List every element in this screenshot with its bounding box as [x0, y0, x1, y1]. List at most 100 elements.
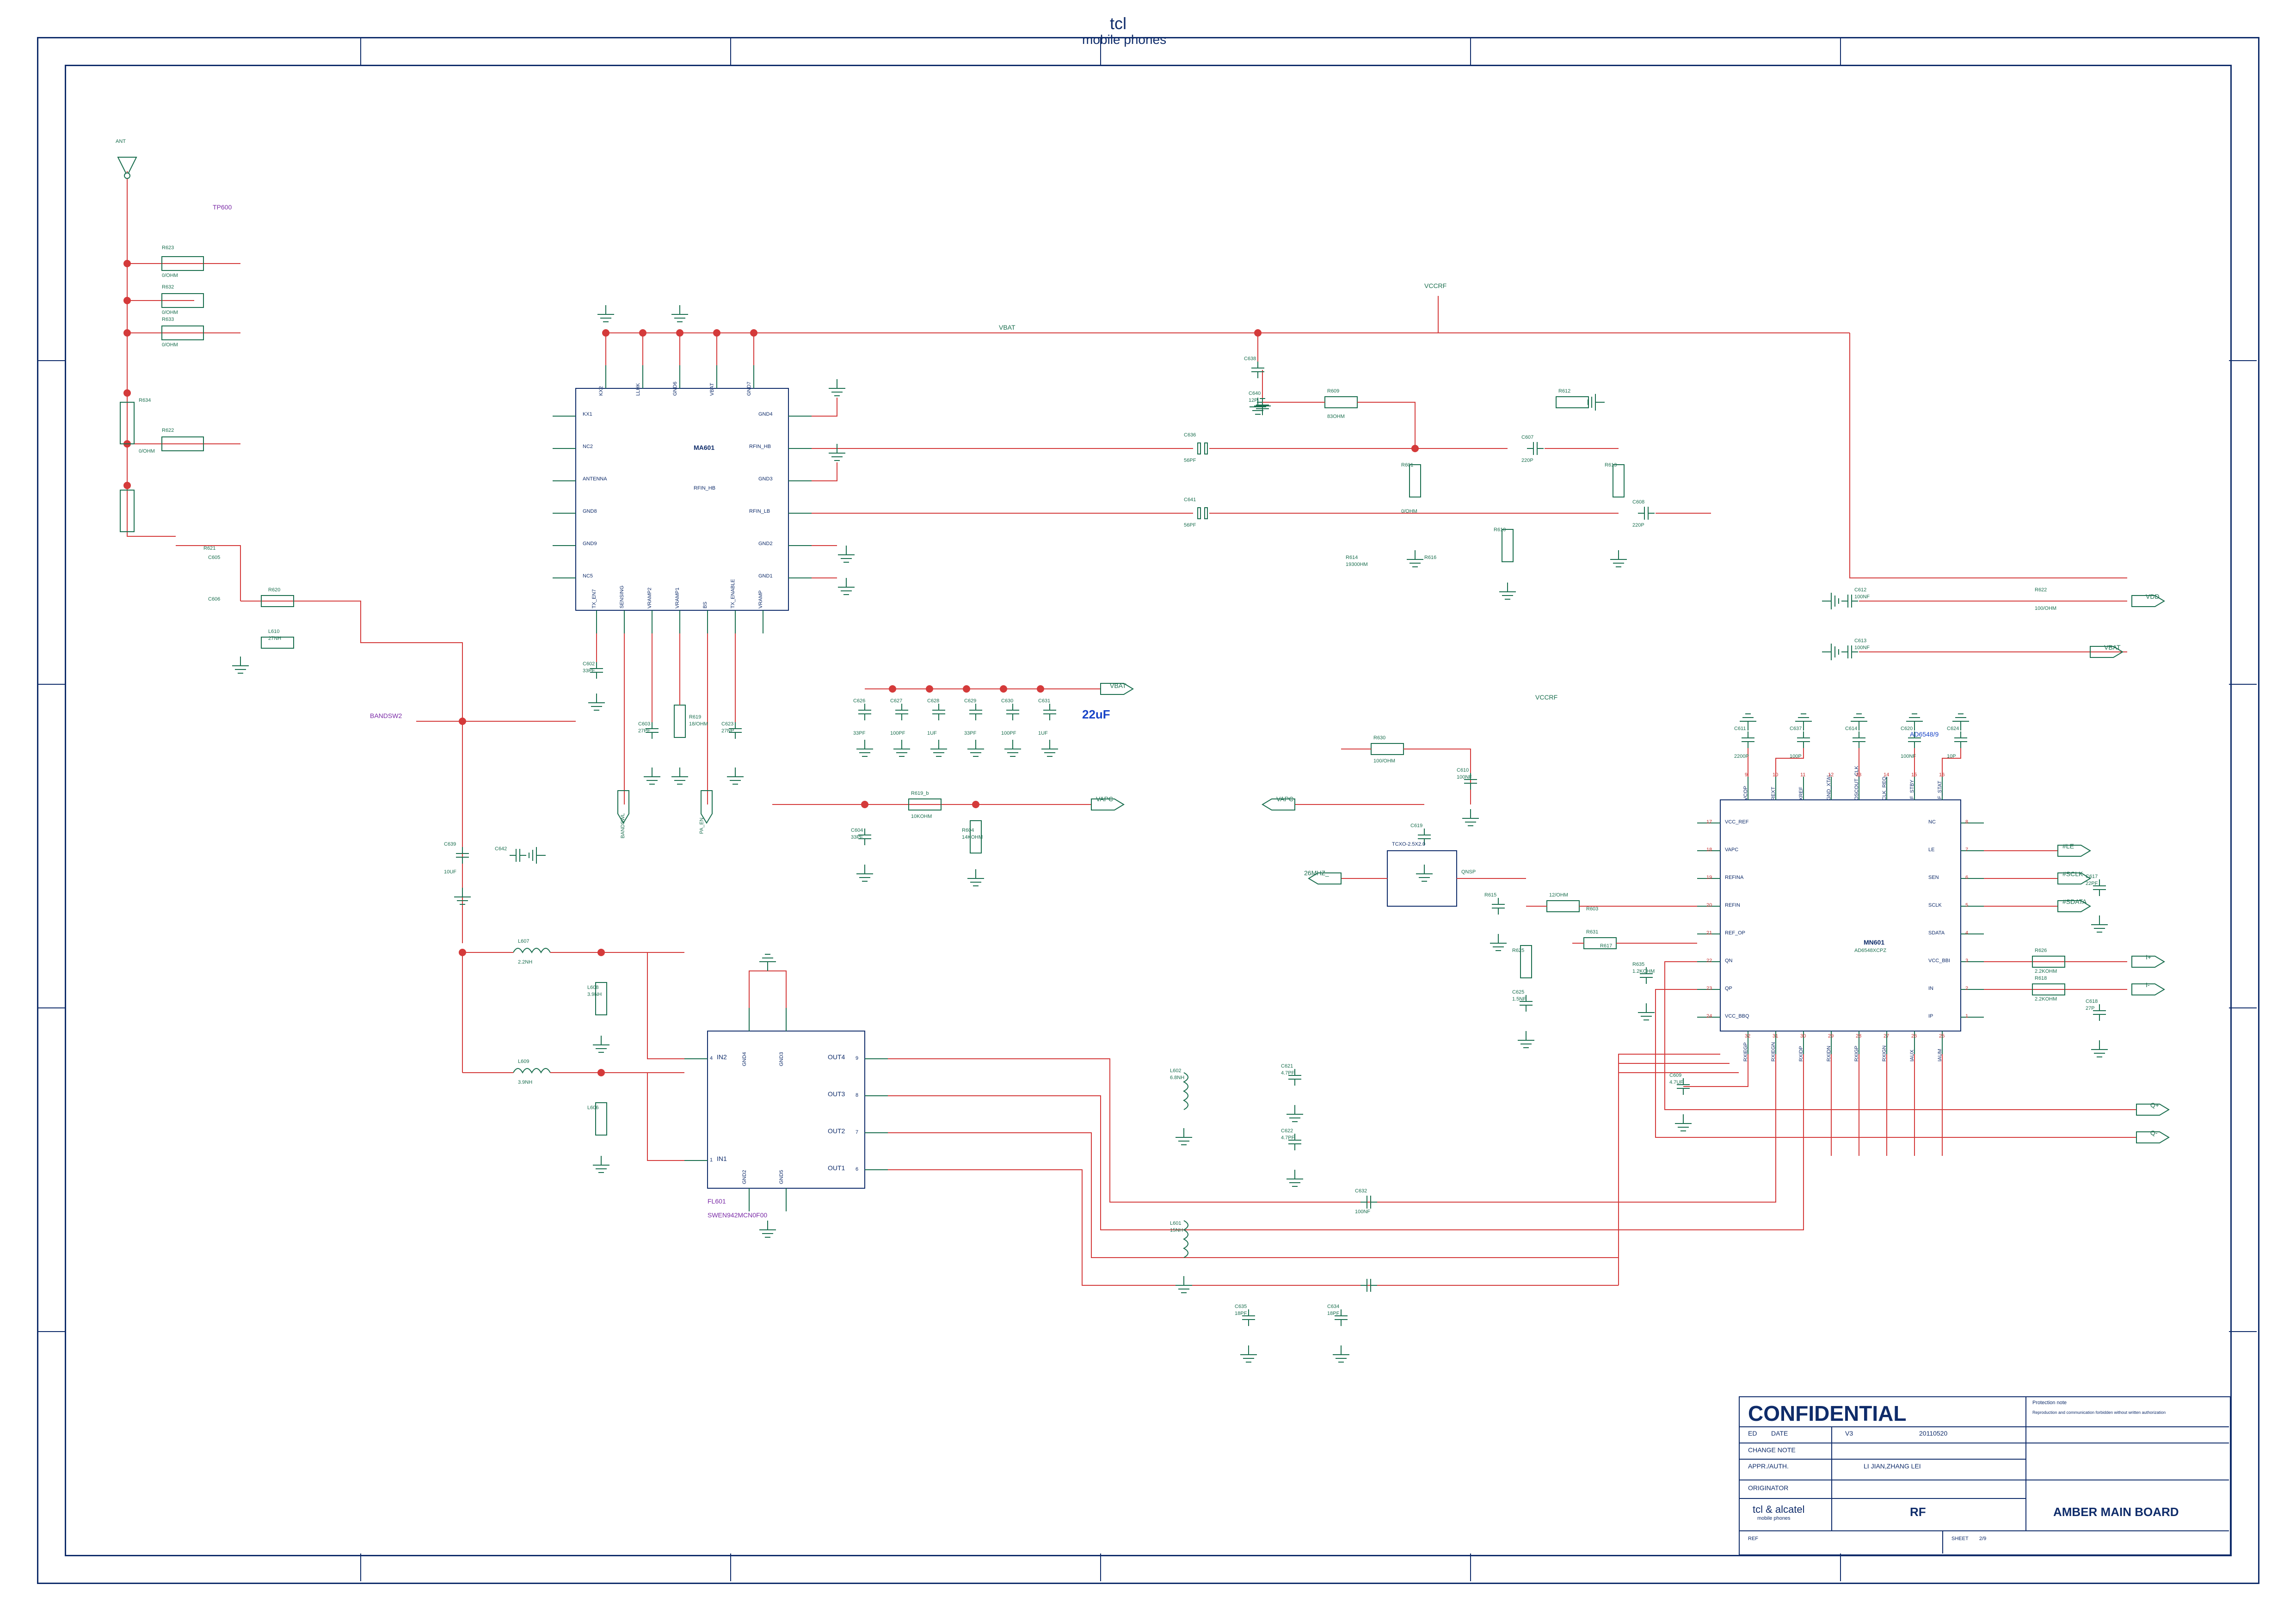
- synth-pin: REF_OP: [1725, 930, 1745, 936]
- synth-pin: GND_XTAL: [1826, 774, 1832, 800]
- pa-t3: GND6: [672, 381, 678, 396]
- c628v: 1UF: [927, 731, 937, 736]
- date-v: 20110520: [1919, 1430, 1947, 1437]
- bandsw2: BANDSW2: [370, 712, 402, 719]
- synth-family: AD6548/9: [1910, 731, 1939, 738]
- c612r: C612: [1854, 587, 1866, 593]
- synth-pin: 31: [1773, 1033, 1778, 1039]
- r613r: R613: [1605, 462, 1617, 468]
- synth-part: AD6548XCPZ: [1854, 948, 1886, 953]
- fl-in1: IN1: [717, 1155, 727, 1162]
- wires-svg: [0, 0, 2296, 1621]
- sclk: #SCLK: [2062, 870, 2083, 878]
- r632-ref: R632: [162, 284, 174, 290]
- vccrf: VCCRF: [1424, 282, 1447, 289]
- synth-pin: RXIDN: [1826, 1046, 1832, 1062]
- tb-line6: [1739, 1530, 2229, 1531]
- r622r: R622: [2035, 587, 2047, 593]
- c624r: C624: [1947, 726, 1959, 731]
- c634v: 18PF: [1327, 1311, 1339, 1316]
- c627r: C627: [890, 698, 902, 704]
- bandswl: BANDSWL: [620, 813, 626, 838]
- r622a-ref: R622: [162, 428, 174, 433]
- synth-pin: 1: [1965, 1013, 1968, 1019]
- synth-pin: 3: [1965, 958, 1968, 964]
- c636r: C636: [1184, 432, 1196, 438]
- c607r: C607: [1521, 435, 1533, 440]
- pa-r4: RFIN_LB: [749, 509, 770, 514]
- fl-in2n: 4: [710, 1056, 713, 1061]
- schematic-page: tcl mobile phones: [0, 0, 2296, 1621]
- c640r: C640: [1249, 391, 1261, 396]
- c632r: C632: [1355, 1188, 1367, 1194]
- synth-pin: 13: [1856, 772, 1861, 778]
- c640v: 12P: [1249, 398, 1258, 403]
- pa-l2: NC2: [583, 444, 593, 449]
- pa-b2: SENSING: [619, 585, 625, 608]
- pa-r5: GND2: [758, 541, 773, 546]
- r612r: R612: [1558, 388, 1570, 394]
- c604v: 33PF: [851, 835, 863, 840]
- pa-r3: GND3: [758, 476, 773, 482]
- l606r: L606: [587, 1105, 598, 1111]
- board-title: AMBER MAIN BOARD: [2053, 1505, 2179, 1519]
- c612v: 100NF: [1854, 594, 1870, 600]
- fl-o4n: 9: [856, 1056, 858, 1061]
- c608v: 220P: [1632, 522, 1644, 528]
- sheet-lbl: SHEET: [1951, 1536, 1969, 1541]
- r619br: R619_b: [911, 791, 929, 796]
- synth-pin: 32: [1745, 1033, 1750, 1039]
- synth-pin: IP: [1928, 1013, 1933, 1019]
- synth-pin: VCC_BBI: [1928, 958, 1950, 964]
- c611r: C611: [1734, 726, 1746, 731]
- vbat3: VBAT: [2104, 644, 2121, 651]
- synth-pin: 5: [1965, 903, 1968, 908]
- r614r: R614: [1346, 555, 1358, 560]
- pa-b6: TX_ENABLE: [730, 579, 736, 608]
- synth-pin: QN: [1725, 958, 1733, 964]
- l608r: L608: [587, 985, 598, 990]
- synth-pin: 16: [1939, 772, 1945, 778]
- c602r: C602: [583, 661, 595, 667]
- c629r: C629: [964, 698, 976, 704]
- c639v: 10UF: [444, 869, 456, 875]
- c630v: 100PF: [1001, 731, 1016, 736]
- l601r: L601: [1170, 1221, 1181, 1226]
- synth-pin: 11: [1800, 772, 1805, 778]
- synth-pin: 23: [1706, 986, 1712, 991]
- pa-r1: GND4: [758, 411, 773, 417]
- im: I-: [2146, 981, 2150, 989]
- qp: Q+: [2150, 1101, 2159, 1109]
- logo-bot: mobile phones: [1757, 1516, 1791, 1521]
- fl-o4: OUT4: [828, 1053, 845, 1061]
- r630v: 100/OHM: [1373, 758, 1395, 764]
- synth-ref: MN601: [1864, 939, 1884, 946]
- c613r: C613: [1854, 638, 1866, 644]
- r626v: 2.2KOHM: [2035, 969, 2057, 974]
- r620-ref: R620: [268, 587, 280, 593]
- l602r: L602: [1170, 1068, 1181, 1074]
- r619r: R619: [689, 714, 701, 720]
- ref-lbl: REF: [1748, 1536, 1758, 1541]
- sheet-val: 2/9: [1979, 1536, 1986, 1541]
- ed-v: V3: [1845, 1430, 1853, 1437]
- c624v: 10P: [1947, 754, 1956, 759]
- reproduction: Reproduction and communication forbidden…: [2032, 1410, 2166, 1415]
- r625r: R625: [1512, 948, 1524, 953]
- r615v: 12/OHM: [1549, 892, 1568, 898]
- c618r: C618: [2086, 999, 2098, 1004]
- synth-pin: 4: [1965, 930, 1968, 936]
- c634r: C634: [1327, 1304, 1339, 1309]
- pa-l3: ANTENNA: [583, 476, 607, 482]
- ed: ED: [1748, 1430, 1757, 1437]
- r635v: 1.2KOHM: [1632, 969, 1655, 974]
- l608v: 3.9NH: [587, 992, 602, 997]
- tb-v3: [1942, 1530, 1943, 1553]
- c602v: 33PF: [583, 668, 595, 674]
- tp600: TP600: [213, 203, 232, 211]
- orig: ORIGINATOR: [1748, 1484, 1788, 1492]
- r633-val: 0/OHM: [162, 342, 178, 348]
- pa-t1: KX2: [598, 386, 604, 396]
- c641r: C641: [1184, 497, 1196, 503]
- c607v: 220P: [1521, 458, 1533, 463]
